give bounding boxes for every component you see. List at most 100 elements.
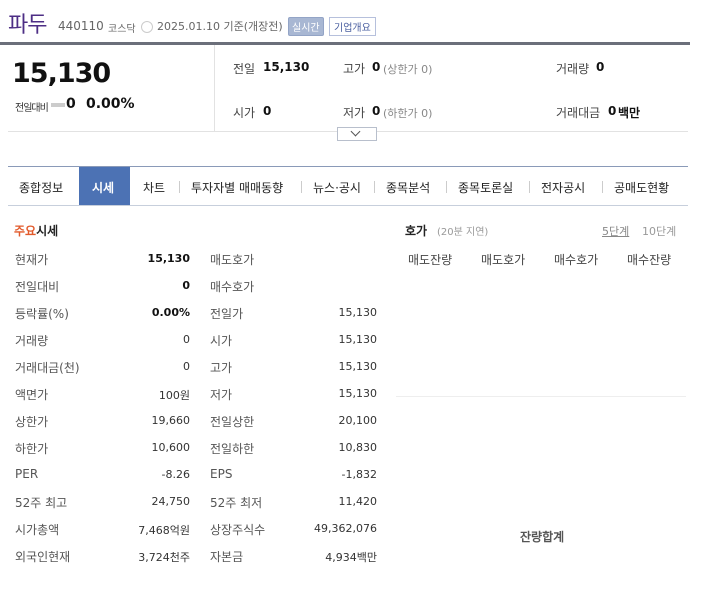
quote-row-value: 15,130 — [338, 333, 378, 346]
quote-row-value: 11,420 — [338, 495, 378, 508]
quote-row-value: 3,724천주 — [138, 551, 190, 564]
date-basis: 2025.01.10 기준(개장전) — [157, 20, 283, 33]
quote-row-label: 52주 최고 — [15, 496, 68, 510]
title-rest: 시세 — [36, 224, 59, 238]
quote-row-label: EPS — [210, 467, 233, 481]
stock-name: 파두 — [8, 13, 47, 38]
quote-row-value: 10,830 — [338, 441, 378, 454]
summary-divider — [214, 45, 215, 131]
tab-investor-trend[interactable]: 투자자별 매매동향 — [191, 179, 283, 196]
quote-row-label: 거래량 — [15, 334, 49, 348]
quote-row-value: -1,832 — [341, 468, 377, 481]
quote-row-label: 상한가 — [15, 415, 49, 429]
quote-row-label: 전일상한 — [210, 415, 255, 429]
tabs-bottom-border — [8, 205, 688, 206]
quote-row-value: 20,100 — [338, 414, 378, 427]
high-label: 고가 — [343, 62, 366, 76]
market-label: 코스닥 — [108, 24, 136, 35]
stock-code: 440110 — [58, 19, 104, 33]
orderbook-title: 호가 — [405, 224, 428, 238]
orderbook-divider — [396, 396, 686, 397]
lower-limit: (하한가 0) — [383, 107, 433, 120]
quote-row-label: 현재가 — [15, 253, 49, 267]
amount-value: 0 — [608, 104, 617, 118]
quote-row-label: 저가 — [210, 388, 233, 402]
amount-label: 거래대금 — [556, 106, 601, 120]
quote-row-label: 매수호가 — [210, 280, 255, 294]
quote-row-label: 등락률(%) — [15, 307, 69, 321]
quote-row-label: 시가 — [210, 334, 233, 348]
tab-disclosure[interactable]: 전자공시 — [541, 179, 585, 196]
quote-row-label: 거래대금(천) — [15, 361, 80, 375]
orderbook-col-bid-volume: 매수잔량 — [627, 253, 672, 267]
prev-close-value: 15,130 — [263, 60, 310, 74]
realtime-button[interactable]: 실시간 — [288, 17, 324, 36]
tab-separator — [301, 181, 302, 193]
quote-row-label: 하한가 — [15, 442, 49, 456]
quote-row-value: 100원 — [158, 389, 190, 402]
tab-analysis[interactable]: 종목분석 — [386, 179, 430, 196]
quote-row-value: 4,934백만 — [325, 551, 377, 564]
low-label: 저가 — [343, 106, 366, 120]
current-price: 15,130 — [12, 58, 111, 89]
quote-row-label: 상장주식수 — [210, 523, 266, 537]
volume-label: 거래량 — [556, 62, 590, 76]
tab-separator — [374, 181, 375, 193]
quote-row-label: PER — [15, 467, 39, 481]
quote-row-value: 15,130 — [338, 360, 378, 373]
change-value: 0 — [66, 96, 76, 112]
quote-row-value: 15,130 — [147, 252, 190, 265]
quote-row-value: 10,600 — [151, 441, 191, 454]
company-overview-button[interactable]: 기업개요 — [329, 17, 376, 36]
quote-row-label: 전일대비 — [15, 280, 60, 294]
tab-news[interactable]: 뉴스·공시 — [313, 179, 361, 196]
quote-row-value: 15,130 — [338, 306, 378, 319]
quote-row-value: 0 — [182, 279, 190, 292]
upper-limit: (상한가 0) — [383, 63, 433, 76]
orderbook-10-levels-link[interactable]: 10단계 — [642, 223, 676, 239]
change-rate: 0.00% — [86, 96, 135, 112]
tab-chart[interactable]: 차트 — [143, 179, 165, 196]
quote-row-value: 15,130 — [338, 387, 378, 400]
quote-row-label: 외국인현재 — [15, 550, 71, 564]
tab-overview[interactable]: 종합정보 — [19, 179, 63, 196]
title-accent: 주요 — [14, 224, 37, 238]
quote-row-label: 52주 최저 — [210, 496, 263, 510]
quote-row-label: 매도호가 — [210, 253, 255, 267]
tab-discussion[interactable]: 종목토론실 — [458, 179, 513, 196]
flat-change-icon — [51, 103, 65, 107]
tab-short-selling[interactable]: 공매도현황 — [614, 179, 669, 196]
quote-row-value: 7,468억원 — [138, 524, 190, 537]
tab-separator — [529, 181, 530, 193]
low-value: 0 — [372, 104, 381, 118]
tab-quotes[interactable]: 시세 — [92, 179, 114, 196]
volume-value: 0 — [596, 60, 605, 74]
tab-separator — [179, 181, 180, 193]
quote-row-value: 0 — [183, 360, 190, 373]
orderbook-total: 잔량합계 — [520, 530, 565, 544]
amount-unit: 백만 — [618, 106, 641, 120]
quote-row-value: 24,750 — [151, 495, 191, 508]
quote-row-value: -8.26 — [161, 468, 190, 481]
change-label: 전일대비 — [15, 103, 49, 114]
quote-row-label: 시가총액 — [15, 523, 60, 537]
quote-row-label: 고가 — [210, 361, 233, 375]
quote-row-label: 전일가 — [210, 307, 244, 321]
quote-row-label: 자본금 — [210, 550, 244, 564]
open-value: 0 — [263, 104, 272, 118]
orderbook-5-levels-link[interactable]: 5단계 — [602, 223, 629, 239]
clock-icon — [141, 21, 153, 33]
quote-row-label: 액면가 — [15, 388, 49, 402]
orderbook-col-ask-price: 매도호가 — [481, 253, 526, 267]
high-value: 0 — [372, 60, 381, 74]
section-title-main-quotes: 주요시세 — [14, 222, 58, 239]
quote-row-value: 0 — [183, 333, 190, 346]
open-label: 시가 — [233, 106, 256, 120]
prev-close-label: 전일 — [233, 62, 256, 76]
quote-row-value: 49,362,076 — [314, 522, 377, 535]
orderbook-col-ask-volume: 매도잔량 — [408, 253, 453, 267]
header-divider — [0, 42, 690, 45]
orderbook-delay: (20분 지연) — [437, 227, 489, 238]
quote-row-value: 19,660 — [151, 414, 191, 427]
tab-separator — [602, 181, 603, 193]
